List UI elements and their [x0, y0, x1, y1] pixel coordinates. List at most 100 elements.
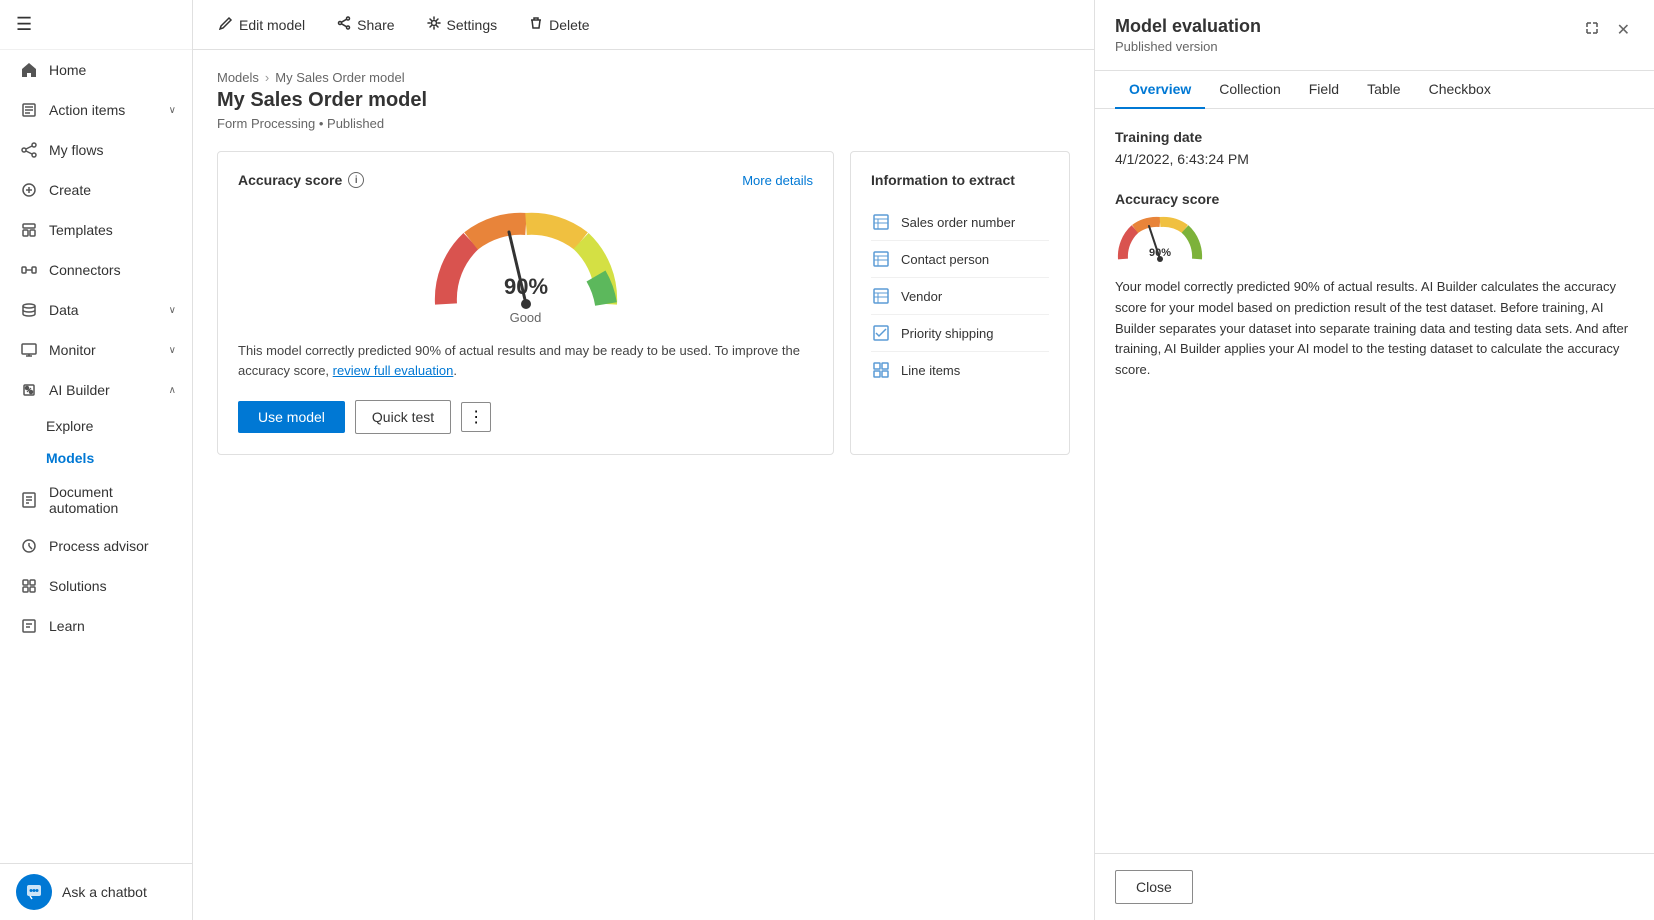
panel-controls: ✕ [1581, 16, 1634, 44]
accuracy-section-label: Accuracy score [1115, 191, 1634, 207]
more-details-link[interactable]: More details [742, 173, 813, 188]
panel-accuracy-description: Your model correctly predicted 90% of ac… [1115, 277, 1634, 381]
review-link[interactable]: review full evaluation [333, 363, 454, 378]
connectors-icon [19, 260, 39, 280]
chatbot-footer[interactable]: Ask a chatbot [0, 863, 192, 920]
svg-text:90%: 90% [1149, 247, 1171, 259]
sidebar-item-explore[interactable]: Explore [0, 410, 192, 442]
table-icon [871, 286, 891, 306]
breadcrumb-parent[interactable]: Models [217, 70, 259, 85]
chatbot-button-icon [16, 874, 52, 910]
sidebar-item-create[interactable]: Create [0, 170, 192, 210]
accuracy-card: Accuracy score i More details [217, 151, 834, 455]
extract-item-priority-shipping: Priority shipping [871, 315, 1049, 352]
tab-field[interactable]: Field [1295, 71, 1353, 109]
templates-icon [19, 220, 39, 240]
panel-footer: Close [1095, 853, 1654, 920]
sidebar-item-my-flows[interactable]: My flows [0, 130, 192, 170]
sidebar-item-label: Solutions [49, 578, 176, 594]
sidebar-item-action-items[interactable]: Action items ∨ [0, 90, 192, 130]
extract-item-label: Priority shipping [901, 326, 994, 341]
sidebar-item-solutions[interactable]: Solutions [0, 566, 192, 606]
gauge-chart: 90% [426, 204, 626, 314]
expand-icon [1585, 22, 1599, 39]
extract-item-label: Line items [901, 363, 960, 378]
settings-button[interactable]: Settings [421, 12, 504, 37]
sidebar-item-label: Process advisor [49, 538, 176, 554]
right-panel: Model evaluation Published version ✕ Ove… [1094, 0, 1654, 920]
extract-item-line-items: Line items [871, 352, 1049, 388]
sidebar-item-learn[interactable]: Learn [0, 606, 192, 646]
extract-title: Information to extract [871, 172, 1049, 188]
share-button[interactable]: Share [331, 12, 400, 37]
extract-item-vendor: Vendor [871, 278, 1049, 315]
sidebar-item-process-advisor[interactable]: Process advisor [0, 526, 192, 566]
panel-subtitle: Published version [1115, 39, 1261, 54]
edit-icon [219, 16, 233, 33]
sidebar-item-models[interactable]: Models [0, 442, 192, 474]
card-header: Accuracy score i More details [238, 172, 813, 188]
monitor-icon [19, 340, 39, 360]
sidebar-nav: Home Action items ∨ My flows Create Te [0, 50, 192, 863]
sidebar-header: ☰ [0, 0, 192, 50]
sidebar-item-label: My flows [49, 142, 176, 158]
training-date-value: 4/1/2022, 6:43:24 PM [1115, 151, 1634, 167]
extract-item-sales-order: Sales order number [871, 204, 1049, 241]
sidebar-item-home[interactable]: Home [0, 50, 192, 90]
action-items-icon [19, 100, 39, 120]
breadcrumb-current: My Sales Order model [275, 70, 404, 85]
extract-card: Information to extract Sales order numbe… [850, 151, 1070, 455]
tab-table[interactable]: Table [1353, 71, 1414, 109]
training-date-label: Training date [1115, 129, 1634, 145]
close-panel-button[interactable]: ✕ [1613, 16, 1634, 44]
home-icon [19, 60, 39, 80]
close-button[interactable]: Close [1115, 870, 1193, 904]
sidebar-item-templates[interactable]: Templates [0, 210, 192, 250]
settings-icon [427, 16, 441, 33]
panel-tabs: Overview Collection Field Table Checkbox [1095, 71, 1654, 109]
sidebar-item-label: Templates [49, 222, 176, 238]
training-date-section: Training date 4/1/2022, 6:43:24 PM [1115, 129, 1634, 167]
more-icon: ⋮ [468, 407, 484, 427]
extract-item-contact: Contact person [871, 241, 1049, 278]
tab-overview[interactable]: Overview [1115, 71, 1205, 109]
info-icon[interactable]: i [348, 172, 364, 188]
use-model-button[interactable]: Use model [238, 401, 345, 433]
table-icon [871, 249, 891, 269]
page-title: My Sales Order model [217, 89, 1070, 112]
data-icon [19, 300, 39, 320]
chevron-icon: ∨ [169, 105, 176, 116]
page-subtitle: Form Processing • Published [217, 116, 1070, 131]
expand-panel-button[interactable] [1581, 16, 1603, 44]
breadcrumb-separator: › [265, 70, 269, 85]
sidebar-item-document-automation[interactable]: Document automation [0, 474, 192, 526]
quick-test-button[interactable]: Quick test [355, 400, 451, 434]
edit-model-button[interactable]: Edit model [213, 12, 311, 37]
accuracy-section: Accuracy score 90% Your model correctly … [1115, 191, 1634, 381]
chatbot-label: Ask a chatbot [62, 884, 147, 900]
sidebar-item-connectors[interactable]: Connectors [0, 250, 192, 290]
sidebar-item-label: Data [49, 302, 169, 318]
cards-row: Accuracy score i More details [217, 151, 1070, 455]
sidebar-item-label: Document automation [49, 484, 176, 516]
sidebar-item-label: Connectors [49, 262, 176, 278]
sidebar-item-label: Learn [49, 618, 176, 634]
sidebar-item-label: AI Builder [49, 382, 169, 398]
extract-item-label: Sales order number [901, 215, 1015, 230]
sidebar-item-data[interactable]: Data ∨ [0, 290, 192, 330]
sidebar-item-label: Action items [49, 102, 169, 118]
sidebar: ☰ Home Action items ∨ My flows Create [0, 0, 193, 920]
grid-icon [871, 360, 891, 380]
sidebar-item-monitor[interactable]: Monitor ∨ [0, 330, 192, 370]
breadcrumb: Models › My Sales Order model [217, 70, 1070, 85]
tab-collection[interactable]: Collection [1205, 71, 1294, 109]
ai-builder-icon [19, 380, 39, 400]
hamburger-icon[interactable]: ☰ [16, 14, 32, 34]
tab-checkbox[interactable]: Checkbox [1415, 71, 1505, 109]
page-content: Models › My Sales Order model My Sales O… [193, 50, 1094, 920]
toolbar: Edit model Share Settings Delete [193, 0, 1094, 50]
sidebar-item-ai-builder[interactable]: AI Builder ∧ [0, 370, 192, 410]
delete-button[interactable]: Delete [523, 12, 595, 37]
panel-title: Model evaluation [1115, 16, 1261, 37]
more-actions-button[interactable]: ⋮ [461, 402, 491, 432]
